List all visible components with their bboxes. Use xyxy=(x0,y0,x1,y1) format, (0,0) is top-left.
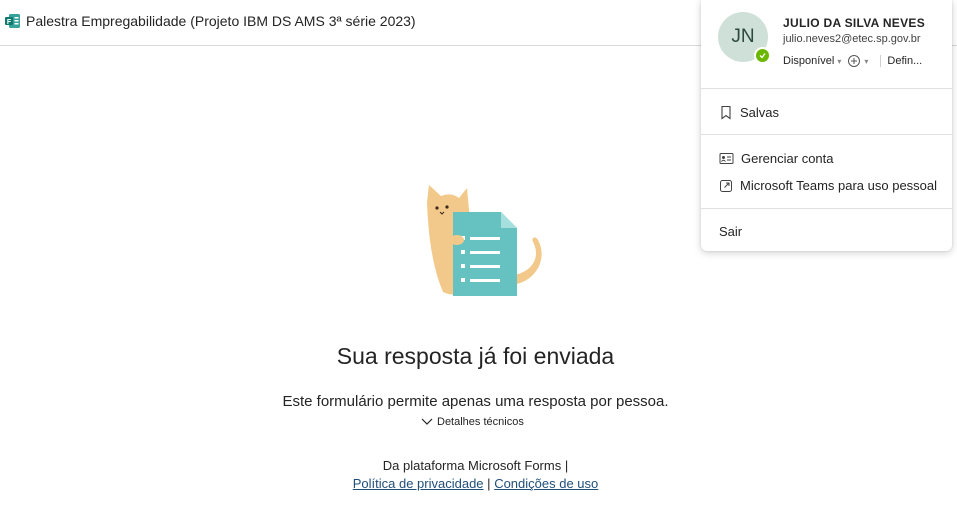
chevron-down-icon: ▾ xyxy=(864,56,869,66)
divider xyxy=(701,134,952,135)
manage-account-label: Gerenciar conta xyxy=(741,151,834,166)
bookmark-icon xyxy=(721,105,731,120)
divider xyxy=(701,88,952,89)
status-selector[interactable]: Disponível xyxy=(783,55,834,67)
svg-text:F: F xyxy=(7,19,12,26)
confirmation-subtext: Este formulário permite apenas uma respo… xyxy=(282,393,669,410)
form-title: Palestra Empregabilidade (Projeto IBM DS… xyxy=(26,13,416,29)
technical-details-label: Detalhes técnicos xyxy=(437,416,524,428)
saved-menu-item[interactable]: Salvas xyxy=(719,105,779,120)
settings-link[interactable]: Defin... xyxy=(887,55,922,67)
sign-out-label: Sair xyxy=(719,224,743,239)
forms-app-icon: F xyxy=(5,14,20,28)
status-row: Disponível ▾ ▾ Defin... xyxy=(783,54,922,68)
cat-form-illustration xyxy=(427,185,542,296)
footer-separator: | xyxy=(487,476,491,491)
privacy-policy-link[interactable]: Política de privacidade xyxy=(353,476,484,491)
footer-links: Política de privacidade | Condições de u… xyxy=(0,476,951,491)
footer-platform-text: Da plataforma Microsoft Forms | xyxy=(382,458,569,473)
open-external-icon xyxy=(720,179,732,192)
user-name: JULIO DA SILVA NEVES xyxy=(783,16,926,30)
presence-available-icon xyxy=(754,47,771,64)
divider xyxy=(880,55,882,67)
chevron-down-icon: ▾ xyxy=(837,56,842,66)
terms-of-use-link[interactable]: Condições de uso xyxy=(494,476,598,491)
avatar-initials: JN xyxy=(731,26,755,47)
contact-card-icon xyxy=(719,153,734,164)
divider xyxy=(701,208,952,209)
teams-personal-label: Microsoft Teams para uso pessoal xyxy=(740,178,938,193)
technical-details-toggle[interactable]: Detalhes técnicos xyxy=(421,416,524,428)
sign-out-menu-item[interactable]: Sair xyxy=(719,224,742,239)
chevron-down-icon xyxy=(421,418,433,425)
account-menu-popup: JN JULIO DA SILVA NEVES julio.neves2@ete… xyxy=(701,0,952,251)
location-add-icon[interactable] xyxy=(847,54,861,68)
confirmation-headline: Sua resposta já foi enviada xyxy=(336,343,615,369)
saved-label: Salvas xyxy=(740,105,780,120)
manage-account-menu-item[interactable]: Gerenciar conta xyxy=(719,151,834,166)
user-email: julio.neves2@etec.sp.gov.br xyxy=(783,33,921,45)
teams-personal-menu-item[interactable]: Microsoft Teams para uso pessoal xyxy=(719,178,937,193)
